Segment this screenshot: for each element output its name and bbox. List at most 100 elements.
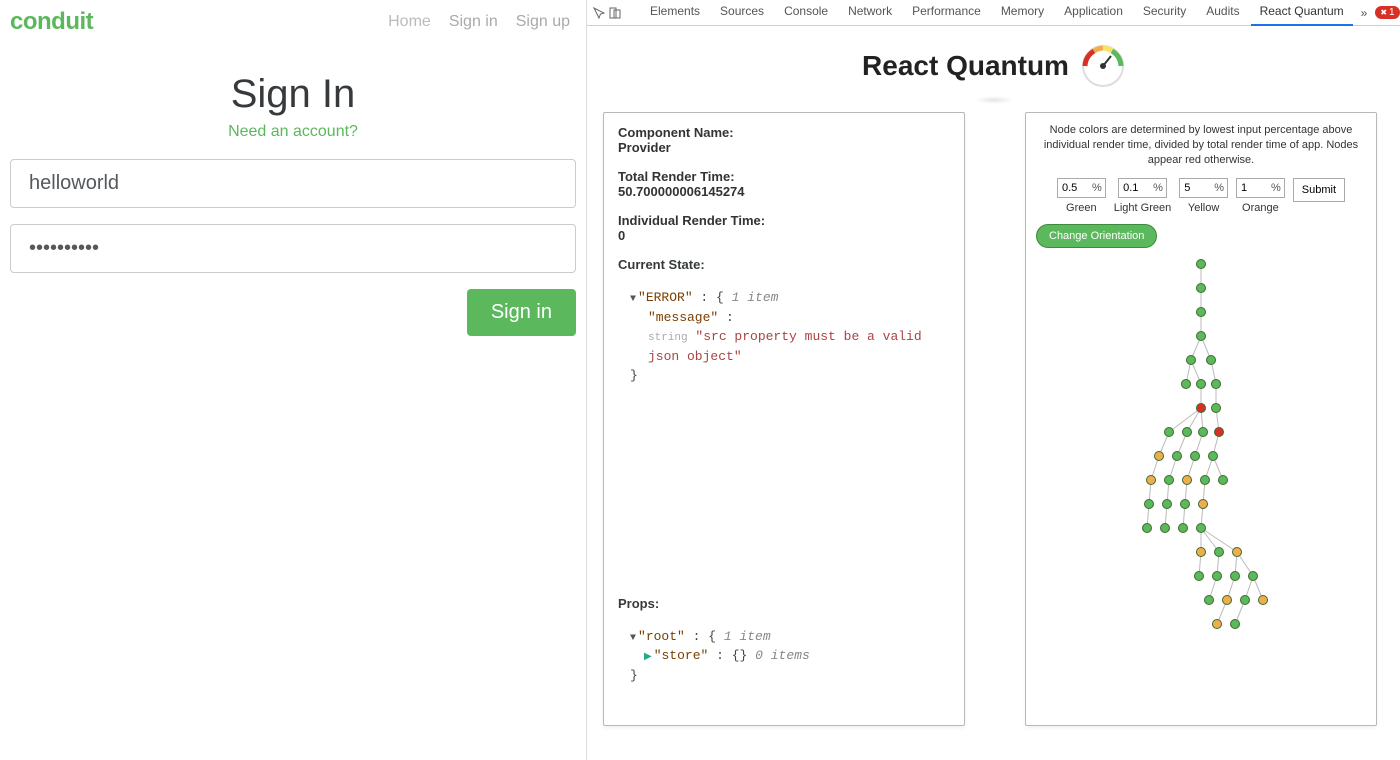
tabs-overflow[interactable]: »	[1357, 6, 1372, 20]
nav-signup[interactable]: Sign up	[516, 13, 570, 31]
threshold-submit-button[interactable]: Submit	[1293, 178, 1345, 202]
tree-node[interactable]	[1215, 548, 1224, 557]
tree-node[interactable]	[1197, 284, 1206, 293]
tree-node[interactable]	[1173, 452, 1182, 461]
caret-down-icon[interactable]: ▼	[630, 633, 636, 644]
individual-render-label: Individual Render Time:	[618, 213, 950, 228]
tree-node[interactable]	[1182, 380, 1191, 389]
devtools-tab-memory[interactable]: Memory	[992, 0, 1053, 26]
threshold-orange-input[interactable]	[1237, 179, 1271, 197]
tree-node[interactable]	[1233, 548, 1242, 557]
tree-node[interactable]	[1223, 596, 1232, 605]
brand-logo[interactable]: conduit	[10, 8, 93, 36]
devtools-tab-console[interactable]: Console	[775, 0, 837, 26]
gauge-shadow	[974, 96, 1014, 104]
rq-header: React Quantum	[587, 26, 1400, 96]
tree-node[interactable]	[1179, 524, 1188, 533]
tree-node[interactable]	[1199, 428, 1208, 437]
threshold-green-input[interactable]	[1058, 179, 1092, 197]
tree-node[interactable]	[1201, 476, 1210, 485]
nav-home[interactable]: Home	[388, 13, 431, 31]
device-toggle-icon[interactable]	[609, 6, 621, 20]
need-account-link[interactable]: Need an account?	[228, 123, 358, 141]
tree-node[interactable]	[1187, 356, 1196, 365]
threshold-row: % Green % Light Green % Yellow % Orange	[1036, 178, 1366, 214]
tree-node[interactable]	[1231, 620, 1240, 629]
caret-down-icon[interactable]: ▼	[630, 294, 636, 305]
password-field[interactable]	[10, 224, 576, 273]
tree-node[interactable]	[1195, 572, 1204, 581]
threshold-yellow-input[interactable]	[1180, 179, 1214, 197]
tree-node[interactable]	[1215, 428, 1224, 437]
tree-node[interactable]	[1197, 524, 1206, 533]
tree-node[interactable]	[1147, 476, 1156, 485]
current-state-label: Current State:	[618, 257, 950, 272]
tree-node[interactable]	[1143, 524, 1152, 533]
state-json[interactable]: ▼"ERROR" : { 1 item "message" : string "…	[618, 284, 950, 386]
total-render-value: 50.700000006145274	[618, 184, 950, 199]
rq-content: Component Name: Provider Total Render Ti…	[587, 112, 1400, 742]
tree-node[interactable]	[1191, 452, 1200, 461]
tree-node[interactable]	[1212, 404, 1221, 413]
error-badge[interactable]: 1	[1375, 6, 1399, 19]
devtools-tab-performance[interactable]: Performance	[903, 0, 990, 26]
devtools-tab-elements[interactable]: Elements	[641, 0, 709, 26]
devtools-tab-security[interactable]: Security	[1134, 0, 1195, 26]
tree-node[interactable]	[1209, 452, 1218, 461]
email-field[interactable]	[10, 159, 576, 208]
tree-node[interactable]	[1145, 500, 1154, 509]
tree-node[interactable]	[1219, 476, 1228, 485]
tree-panel: Node colors are determined by lowest inp…	[1025, 112, 1377, 726]
devtools-tab-react-quantum[interactable]: React Quantum	[1251, 0, 1353, 26]
inspect-icon[interactable]	[593, 6, 605, 20]
devtools-tab-network[interactable]: Network	[839, 0, 901, 26]
tree-node[interactable]	[1183, 476, 1192, 485]
tree-node[interactable]	[1197, 332, 1206, 341]
tree-node[interactable]	[1213, 620, 1222, 629]
threshold-yellow: % Yellow	[1179, 178, 1228, 214]
tree-node[interactable]	[1213, 572, 1222, 581]
tree-node[interactable]	[1197, 260, 1206, 269]
tree-node[interactable]	[1197, 404, 1206, 413]
tree-node[interactable]	[1207, 356, 1216, 365]
tree-node[interactable]	[1199, 500, 1208, 509]
tree-node[interactable]	[1155, 452, 1164, 461]
tree-node[interactable]	[1212, 380, 1221, 389]
tree-node[interactable]	[1197, 308, 1206, 317]
change-orientation-button[interactable]: Change Orientation	[1036, 224, 1157, 249]
component-name-label: Component Name:	[618, 125, 950, 140]
threshold-light-green-input[interactable]	[1119, 179, 1153, 197]
tree-node[interactable]	[1249, 572, 1258, 581]
tree-node[interactable]	[1165, 428, 1174, 437]
props-label: Props:	[618, 596, 950, 611]
props-json[interactable]: ▼"root" : { 1 item ▶"store" : {} 0 items…	[618, 623, 950, 686]
tree-info-text: Node colors are determined by lowest inp…	[1036, 123, 1366, 168]
tree-node[interactable]	[1181, 500, 1190, 509]
tree-node[interactable]	[1161, 524, 1170, 533]
devtools-right: 1 ⋮ ✕	[1375, 6, 1400, 20]
tree-node[interactable]	[1197, 380, 1206, 389]
tree-node[interactable]	[1241, 596, 1250, 605]
tree-node[interactable]	[1205, 596, 1214, 605]
threshold-light-green: % Light Green	[1114, 178, 1171, 214]
top-nav: Home Sign in Sign up	[388, 13, 570, 31]
tree-node[interactable]	[1165, 476, 1174, 485]
tree-node[interactable]	[1183, 428, 1192, 437]
devtools-tab-sources[interactable]: Sources	[711, 0, 773, 26]
signin-button[interactable]: Sign in	[467, 289, 576, 336]
caret-right-icon[interactable]: ▶	[644, 652, 652, 663]
devtools-tab-application[interactable]: Application	[1055, 0, 1132, 26]
gauge-icon	[1081, 44, 1125, 88]
component-name-value: Provider	[618, 140, 950, 155]
tree-node[interactable]	[1259, 596, 1268, 605]
devtools-tabs: ElementsSourcesConsoleNetworkPerformance…	[641, 0, 1353, 26]
signin-form: Sign in	[10, 159, 576, 289]
threshold-orange: % Orange	[1236, 178, 1285, 214]
individual-render-value: 0	[618, 228, 950, 243]
tree-node[interactable]	[1163, 500, 1172, 509]
devtools-tab-audits[interactable]: Audits	[1197, 0, 1248, 26]
component-tree[interactable]	[1036, 254, 1366, 644]
tree-node[interactable]	[1197, 548, 1206, 557]
nav-signin[interactable]: Sign in	[449, 13, 498, 31]
tree-node[interactable]	[1231, 572, 1240, 581]
